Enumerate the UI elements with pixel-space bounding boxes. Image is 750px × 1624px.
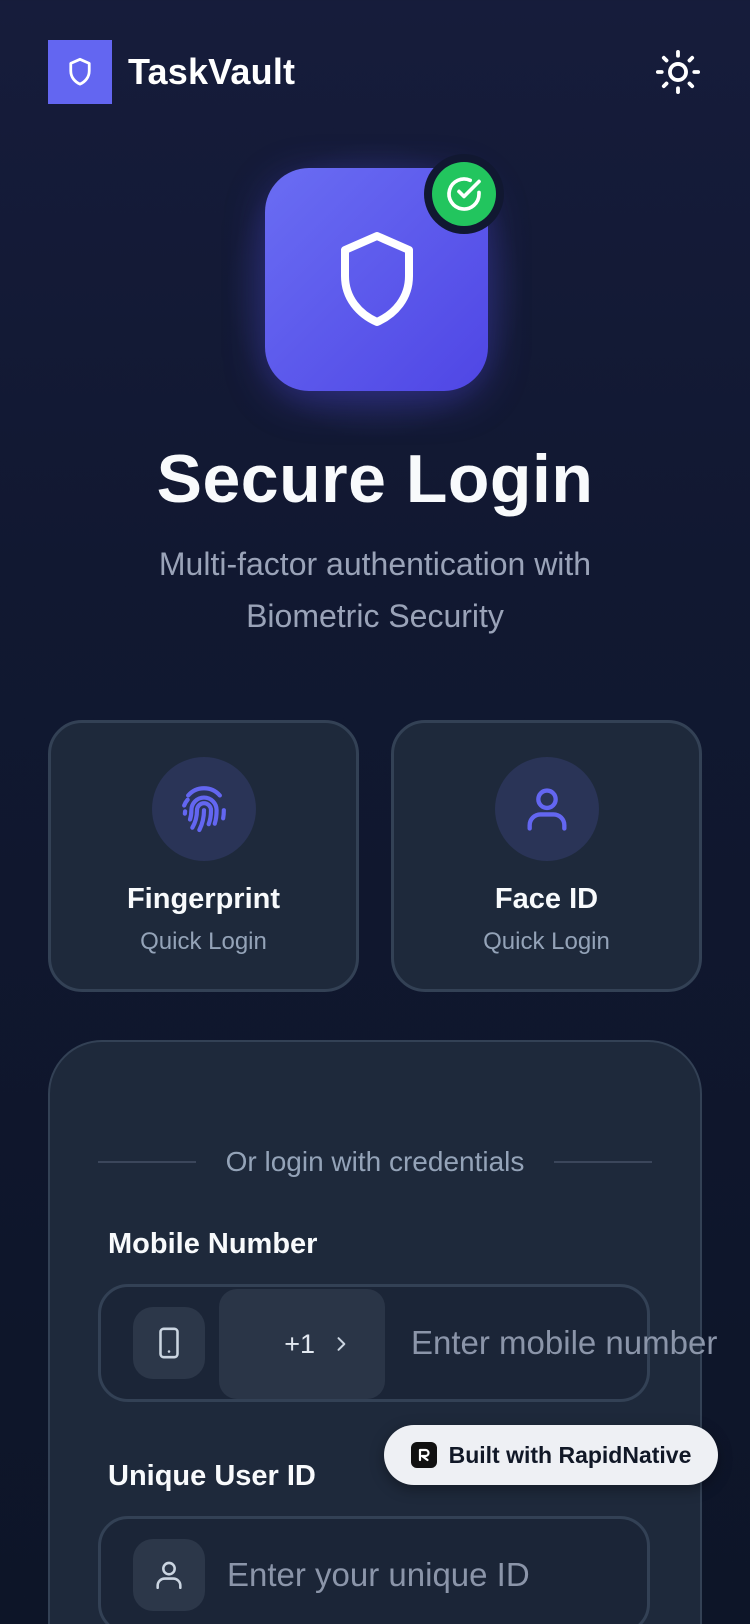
theme-toggle-button[interactable] (654, 48, 702, 96)
sun-icon (655, 49, 701, 95)
user-id-icon-box (133, 1539, 205, 1611)
fingerprint-login-card[interactable]: Fingerprint Quick Login (48, 720, 359, 992)
verified-badge-inner (432, 162, 496, 226)
face-id-icon-wrap (494, 757, 599, 861)
face-id-login-card[interactable]: Face ID Quick Login (391, 720, 702, 992)
fingerprint-title: Fingerprint (126, 883, 281, 915)
user-id-field (98, 1516, 650, 1624)
biometric-options: Fingerprint Quick Login Face ID Quick Lo… (48, 720, 702, 992)
app-name: TaskVault (128, 51, 296, 92)
user-icon (156, 1561, 182, 1590)
built-with-rapidnative-badge[interactable]: Built with RapidNative (384, 1425, 718, 1485)
page-title: Secure Login (156, 441, 594, 517)
divider-text: Or login with credentials (225, 1146, 525, 1177)
mobile-icon-box (133, 1307, 205, 1379)
country-code-value: +1 (284, 1328, 315, 1359)
smartphone-icon (159, 1327, 179, 1359)
verified-badge (424, 154, 504, 234)
brand: TaskVault (48, 40, 295, 104)
country-code-selector[interactable]: +1 (219, 1289, 385, 1399)
fingerprint-icon-wrap (151, 757, 256, 861)
page-subtitle: Multi-factor authentication with Biometr… (158, 546, 592, 634)
rapidnative-logo-icon (410, 1442, 437, 1468)
face-id-title: Face ID (494, 883, 599, 915)
face-id-subtitle: Quick Login (483, 928, 610, 955)
divider-line-right (554, 1161, 652, 1163)
check-circle-icon (447, 177, 481, 211)
shield-icon (69, 57, 91, 86)
user-id-input[interactable] (227, 1519, 637, 1624)
chevron-right-icon (337, 1337, 346, 1351)
credentials-divider: Or login with credentials (98, 1142, 652, 1182)
credentials-card: Or login with credentials Mobile Number … (48, 1040, 750, 1624)
mobile-number-input[interactable] (411, 1287, 750, 1399)
shield-icon (340, 231, 413, 326)
fingerprint-icon (181, 786, 226, 833)
mobile-number-field: +1 (98, 1284, 750, 1402)
divider-line-left (98, 1161, 196, 1163)
fingerprint-subtitle: Quick Login (140, 928, 267, 955)
user-icon (527, 788, 566, 831)
mobile-number-label: Mobile Number (108, 1228, 318, 1260)
app-header: TaskVault (48, 40, 702, 104)
user-id-label: Unique User ID (108, 1460, 316, 1492)
brand-logo (48, 40, 112, 104)
rapidnative-label: Built with RapidNative (448, 1441, 692, 1468)
